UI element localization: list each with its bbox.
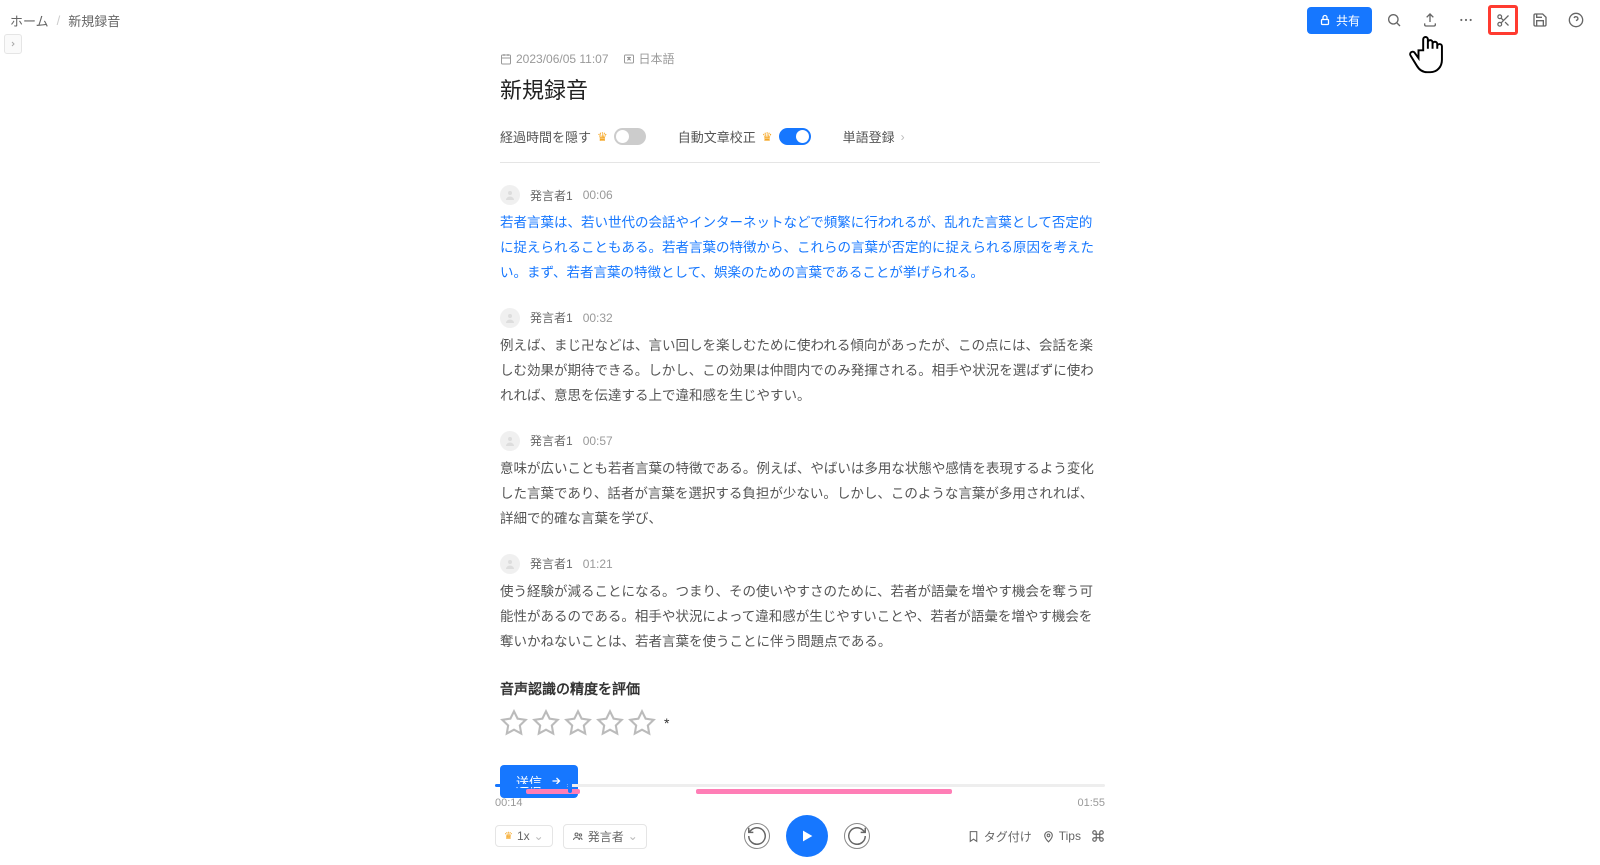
star-icon[interactable] bbox=[596, 709, 624, 737]
segment-timestamp[interactable]: 01:21 bbox=[583, 557, 613, 571]
time-total: 01:55 bbox=[1077, 797, 1105, 809]
track-segment-marker bbox=[696, 789, 952, 794]
option-vocab[interactable]: 単語登録 › bbox=[843, 127, 905, 146]
segment-text[interactable]: 使う経験が減ることになる。つまり、その使いやすさのために、若者が語彙を増やす機会… bbox=[500, 580, 1100, 655]
track-segment-marker bbox=[526, 789, 581, 794]
scissors-icon bbox=[1496, 13, 1511, 28]
avatar bbox=[500, 185, 520, 205]
meta-language: 日本語 bbox=[623, 50, 675, 67]
bookmark-icon bbox=[967, 830, 980, 843]
chevron-right-icon bbox=[9, 39, 17, 49]
segment-timestamp[interactable]: 00:32 bbox=[583, 311, 613, 325]
play-button[interactable] bbox=[786, 815, 828, 857]
search-icon bbox=[1386, 12, 1402, 28]
skip-back-button[interactable] bbox=[744, 823, 770, 849]
skip-forward-icon bbox=[846, 825, 868, 847]
crown-icon: ♛ bbox=[597, 130, 608, 144]
expand-sidebar-button[interactable] bbox=[4, 34, 22, 54]
lock-icon bbox=[1319, 14, 1331, 26]
star-icon[interactable] bbox=[628, 709, 656, 737]
skip-forward-button[interactable] bbox=[844, 823, 870, 849]
transcript-segment[interactable]: 発言者1 00:57 意味が広いことも若者言葉の特徴である。例えば、やばいは多用… bbox=[500, 431, 1100, 532]
audio-track[interactable] bbox=[495, 781, 1105, 795]
crown-icon: ♛ bbox=[504, 831, 513, 842]
upload-icon-button[interactable] bbox=[1416, 6, 1444, 34]
playback-speed[interactable]: ♛ 1x ⌄ bbox=[495, 825, 553, 847]
segment-text[interactable]: 意味が広いことも若者言葉の特徴である。例えば、やばいは多用な状態や感情を表現する… bbox=[500, 457, 1100, 532]
speaker-name[interactable]: 発言者1 bbox=[530, 555, 573, 572]
star-icon[interactable] bbox=[532, 709, 560, 737]
transcript-segment[interactable]: 発言者1 00:32 例えば、まじ卍などは、言い回しを楽しむために使われる傾向が… bbox=[500, 308, 1100, 409]
star-icon[interactable] bbox=[564, 709, 592, 737]
chevron-down-icon: ⌄ bbox=[534, 829, 544, 843]
pin-icon bbox=[1042, 830, 1055, 843]
track-playhead[interactable] bbox=[568, 779, 572, 793]
breadcrumb-current: 新規録音 bbox=[68, 11, 120, 30]
rating-title: 音声認識の精度を評価 bbox=[500, 679, 1100, 699]
language-icon bbox=[623, 53, 635, 65]
tips-button[interactable]: Tips bbox=[1042, 829, 1081, 843]
skip-back-icon bbox=[746, 825, 768, 847]
toggle-hide-elapsed[interactable] bbox=[614, 128, 646, 145]
avatar bbox=[500, 431, 520, 451]
upload-icon bbox=[1422, 12, 1438, 28]
chevron-right-icon: › bbox=[901, 130, 905, 144]
meta-datetime: 2023/06/05 11:07 bbox=[500, 52, 609, 66]
calendar-icon bbox=[500, 53, 512, 65]
save-icon-button[interactable] bbox=[1526, 6, 1554, 34]
highlighted-action bbox=[1488, 5, 1518, 35]
option-hide-elapsed[interactable]: 経過時間を隠す ♛ bbox=[500, 127, 646, 146]
save-icon bbox=[1532, 12, 1548, 28]
scissors-icon-button[interactable] bbox=[1492, 9, 1514, 31]
rating-stars[interactable]: * bbox=[500, 709, 1100, 737]
time-current: 00:14 bbox=[495, 797, 523, 809]
transcript-segment[interactable]: 発言者1 00:06 若者言葉は、若い世代の会話やインターネットなどで頻繁に行わ… bbox=[500, 185, 1100, 286]
chevron-down-icon: ⌄ bbox=[628, 829, 638, 843]
required-asterisk: * bbox=[664, 715, 669, 731]
more-icon bbox=[1458, 12, 1474, 28]
speaker-filter[interactable]: 発言者 ⌄ bbox=[563, 824, 647, 849]
play-icon bbox=[799, 827, 815, 845]
search-icon-button[interactable] bbox=[1380, 6, 1408, 34]
track-progress bbox=[495, 784, 568, 787]
breadcrumb-sep: / bbox=[57, 13, 61, 28]
speaker-name[interactable]: 発言者1 bbox=[530, 187, 573, 204]
help-icon bbox=[1568, 12, 1584, 28]
command-icon bbox=[1091, 829, 1105, 843]
option-auto-correct[interactable]: 自動文章校正 ♛ bbox=[678, 127, 811, 146]
speaker-name[interactable]: 発言者1 bbox=[530, 309, 573, 326]
more-icon-button[interactable] bbox=[1452, 6, 1480, 34]
avatar bbox=[500, 554, 520, 574]
star-icon[interactable] bbox=[500, 709, 528, 737]
segment-timestamp[interactable]: 00:06 bbox=[583, 188, 613, 202]
share-button[interactable]: 共有 bbox=[1307, 7, 1372, 34]
segment-text[interactable]: 例えば、まじ卍などは、言い回しを楽しむために使われる傾向があったが、この点には、… bbox=[500, 334, 1100, 409]
avatar bbox=[500, 308, 520, 328]
tag-button[interactable]: タグ付け bbox=[967, 828, 1032, 845]
people-icon bbox=[572, 830, 584, 842]
breadcrumb-home[interactable]: ホーム bbox=[10, 11, 49, 30]
page-title[interactable]: 新規録音 bbox=[500, 73, 1100, 105]
shortcuts-button[interactable] bbox=[1091, 829, 1105, 843]
segment-timestamp[interactable]: 00:57 bbox=[583, 434, 613, 448]
transcript-segment[interactable]: 発言者1 01:21 使う経験が減ることになる。つまり、その使いやすさのために、… bbox=[500, 554, 1100, 655]
help-icon-button[interactable] bbox=[1562, 6, 1590, 34]
segment-text[interactable]: 若者言葉は、若い世代の会話やインターネットなどで頻繁に行われるが、乱れた言葉とし… bbox=[500, 211, 1100, 286]
toggle-auto-correct[interactable] bbox=[779, 128, 811, 145]
speaker-name[interactable]: 発言者1 bbox=[530, 432, 573, 449]
crown-icon: ♛ bbox=[762, 130, 773, 144]
